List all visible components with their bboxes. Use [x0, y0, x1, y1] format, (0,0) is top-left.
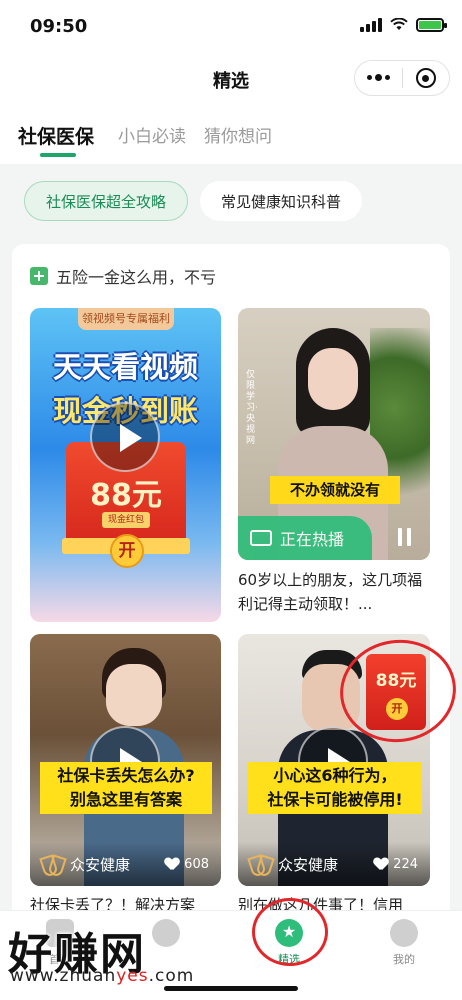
video-meta: 众安健康 224	[238, 842, 430, 886]
close-miniprogram-button[interactable]	[403, 61, 450, 95]
chip-insurance-guide[interactable]: 社保医保超全攻略	[24, 181, 188, 221]
battery-icon	[416, 18, 447, 32]
section-header: 五险一金这么用，不亏	[30, 264, 216, 288]
like-count: 224	[393, 856, 418, 872]
caption-line-1: 小心这6种行为，	[273, 766, 397, 785]
watermark-url-accent: yes	[116, 966, 149, 986]
channel-name: 众安健康	[278, 855, 339, 874]
tv-icon	[250, 530, 272, 546]
chip-health-knowledge[interactable]: 常见健康知识科普	[200, 181, 362, 221]
status-time: 09:50	[30, 16, 88, 37]
source-label: 仅限学习·央视网	[246, 370, 258, 446]
nav-bar: 精选	[0, 52, 462, 106]
annotation-circle-featured-tab	[252, 898, 328, 966]
status-icons	[360, 18, 447, 32]
signal-icon	[360, 18, 382, 32]
video-card-promo[interactable]: 领视频号专属福利 天天看视频 现金秒到账 88元 现金红包 开	[30, 308, 221, 622]
tab-guess-questions[interactable]: 猜你想问	[204, 122, 272, 147]
tab-social-insurance[interactable]: 社保医保	[18, 122, 94, 149]
envelope-label: 现金红包	[102, 512, 150, 528]
tab-active-indicator	[40, 153, 76, 157]
zhongan-logo-icon	[42, 856, 64, 872]
now-playing-label: 正在热播	[280, 530, 345, 549]
zhongan-logo-icon	[250, 856, 272, 872]
play-icon[interactable]	[90, 402, 160, 472]
video-caption: 小心这6种行为， 社保卡可能被停用!	[248, 762, 422, 814]
watermark-url-prefix: www.zhuan	[10, 966, 117, 986]
pause-icon[interactable]	[398, 528, 411, 546]
tab-beginner-reading[interactable]: 小白必读	[118, 122, 186, 147]
caption-line-1: 社保卡丢失怎么办?	[57, 766, 195, 785]
watermark-url-suffix: .com	[148, 966, 195, 986]
tabbar-mine[interactable]: 我的	[364, 919, 444, 967]
video-title[interactable]: 60岁以上的朋友，这几项福利记得主动领取！...	[238, 568, 434, 616]
home-indicator	[164, 986, 298, 991]
plus-icon	[30, 267, 48, 285]
category-tabs: 社保医保 小白必读 猜你想问	[0, 106, 462, 164]
more-button[interactable]	[355, 61, 402, 95]
channel-name: 众安健康	[70, 855, 131, 874]
wifi-icon	[390, 18, 408, 30]
user-icon	[390, 919, 418, 947]
video-caption: 社保卡丢失怎么办? 别急这里有答案	[40, 762, 212, 814]
caption-line-2: 别急这里有答案	[69, 790, 182, 809]
status-bar: 09:50	[0, 0, 462, 52]
heart-icon	[374, 858, 388, 871]
video-feed-card: 五险一金这么用，不亏 领视频号专属福利 天天看视频 现金秒到账 88元 现金红包…	[12, 244, 450, 944]
miniprogram-capsule	[354, 60, 450, 96]
video-card-lost-card[interactable]: 社保卡丢失怎么办? 别急这里有答案 众安健康 608	[30, 634, 221, 886]
more-icon	[366, 74, 390, 81]
circle-icon	[152, 919, 180, 947]
like-count: 608	[184, 856, 209, 872]
caption-line-2: 社保卡可能被停用!	[267, 790, 403, 809]
topic-chips: 社保医保超全攻略 常见健康知识科普	[0, 164, 462, 234]
video-caption: 不办领就没有	[270, 476, 400, 504]
heart-icon	[165, 858, 179, 871]
promo-ribbon: 领视频号专属福利	[78, 308, 174, 330]
tabbar-mine-label: 我的	[393, 953, 415, 966]
section-title: 五险一金这么用，不亏	[56, 268, 217, 287]
watermark-url: www.zhuanyes.com	[10, 966, 194, 986]
promo-headline-1: 天天看视频	[52, 350, 198, 384]
close-target-icon	[415, 68, 436, 88]
envelope-amount: 88元	[90, 478, 162, 513]
now-playing-bar: 正在热播	[238, 516, 372, 560]
open-envelope-button[interactable]: 开	[110, 534, 144, 568]
video-card-benefits[interactable]: 仅限学习·央视网 不办领就没有 正在热播	[238, 308, 430, 560]
video-meta: 众安健康 608	[30, 842, 221, 886]
